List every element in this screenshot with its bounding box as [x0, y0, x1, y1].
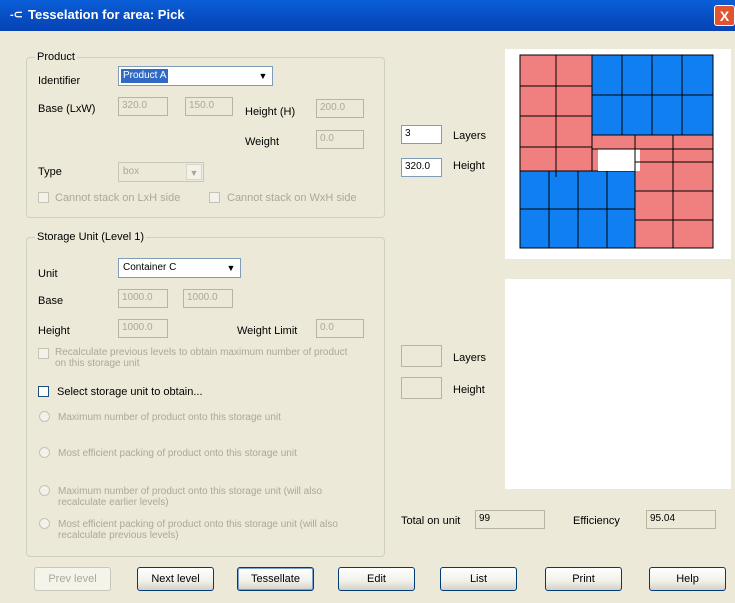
unit-value: Container C — [123, 262, 177, 273]
chevron-down-icon[interactable]: ▼ — [255, 68, 271, 84]
efficiency-field[interactable]: 95.04 — [646, 510, 716, 529]
no-stack-wxh-checkbox[interactable] — [209, 192, 220, 203]
title-bar[interactable]: -⊂ Tesselation for area: Pick X — [0, 0, 735, 31]
identifier-select[interactable]: Product A ▼ — [118, 66, 273, 86]
base-label: Base (LxW) — [38, 103, 96, 115]
chevron-down-icon[interactable]: ▼ — [186, 164, 202, 180]
weight-label: Weight — [245, 136, 280, 148]
storage-height-label: Height — [38, 325, 70, 337]
storage-legend: Storage Unit (Level 1) — [35, 231, 146, 243]
height-label: Height (H) — [245, 106, 296, 118]
print-button[interactable]: Print — [545, 567, 622, 591]
height-field[interactable]: 200.0 — [316, 99, 364, 118]
layers-field[interactable]: 3 — [401, 125, 442, 144]
layers-label: Layers — [453, 130, 487, 142]
height-result-field[interactable]: 320.0 — [401, 158, 442, 177]
option-efficient-radio[interactable] — [39, 447, 50, 458]
tessellation-preview — [505, 49, 731, 259]
total-field[interactable]: 99 — [475, 510, 545, 529]
recalc-checkbox[interactable] — [38, 348, 49, 359]
chevron-down-icon[interactable]: ▼ — [223, 260, 239, 276]
app-icon: -⊂ — [10, 9, 23, 21]
layers2-label: Layers — [453, 352, 487, 364]
storage-base-length-field[interactable]: 1000.0 — [118, 289, 168, 308]
layers2-field[interactable] — [401, 345, 442, 367]
total-label: Total on unit — [401, 515, 461, 527]
identifier-value: Product A — [121, 69, 169, 83]
unit-label: Unit — [38, 268, 58, 280]
option-max-recalc-radio[interactable] — [39, 485, 50, 496]
next-level-button[interactable]: Next level — [137, 567, 214, 591]
height2-label: Height — [453, 384, 485, 396]
tessellate-button[interactable]: Tessellate — [237, 567, 314, 591]
efficiency-label: Efficiency — [573, 515, 620, 527]
weight-limit-label: Weight Limit — [237, 325, 298, 337]
unit-select[interactable]: Container C ▼ — [118, 258, 241, 278]
edit-button[interactable]: Edit — [338, 567, 415, 591]
option-max-radio[interactable] — [39, 411, 50, 422]
product-legend: Product — [35, 51, 77, 63]
prev-level-button[interactable]: Prev level — [34, 567, 111, 591]
help-button[interactable]: Help — [649, 567, 726, 591]
no-stack-wxh-label: Cannot stack on WxH side — [227, 192, 357, 204]
option-efficient-recalc-label: Most efficient packing of product onto t… — [58, 519, 338, 541]
recalc-label: Recalculate previous levels to obtain ma… — [55, 347, 348, 369]
select-storage-checkbox[interactable] — [38, 386, 49, 397]
type-value: box — [123, 166, 140, 177]
option-efficient-label: Most efficient packing of product onto t… — [58, 448, 297, 459]
storage-base-label: Base — [38, 295, 64, 307]
base-width-field[interactable]: 150.0 — [185, 97, 233, 116]
weight-limit-field[interactable]: 0.0 — [316, 319, 364, 338]
storage-height-field[interactable]: 1000.0 — [118, 319, 168, 338]
list-button[interactable]: List — [440, 567, 517, 591]
identifier-label: Identifier — [38, 75, 81, 87]
option-efficient-recalc-radio[interactable] — [39, 518, 50, 529]
height2-field[interactable] — [401, 377, 442, 399]
select-storage-label: Select storage unit to obtain... — [57, 386, 203, 398]
tessellation-diagram — [519, 54, 714, 249]
height-result-label: Height — [453, 160, 485, 172]
weight-field[interactable]: 0.0 — [316, 130, 364, 149]
option-max-label: Maximum number of product onto this stor… — [58, 412, 281, 423]
close-button[interactable]: X — [714, 5, 735, 26]
no-stack-lxh-checkbox[interactable] — [38, 192, 49, 203]
option-max-recalc-label: Maximum number of product onto this stor… — [58, 486, 323, 508]
no-stack-lxh-label: Cannot stack on LxH side — [55, 192, 181, 204]
type-label: Type — [38, 166, 62, 178]
base-length-field[interactable]: 320.0 — [118, 97, 168, 116]
window-title: Tesselation for area: Pick — [28, 7, 185, 22]
dialog-window: -⊂ Tesselation for area: Pick X Product … — [0, 0, 735, 603]
second-level-preview — [505, 279, 731, 489]
storage-base-width-field[interactable]: 1000.0 — [183, 289, 233, 308]
type-select[interactable]: box ▼ — [118, 162, 204, 182]
